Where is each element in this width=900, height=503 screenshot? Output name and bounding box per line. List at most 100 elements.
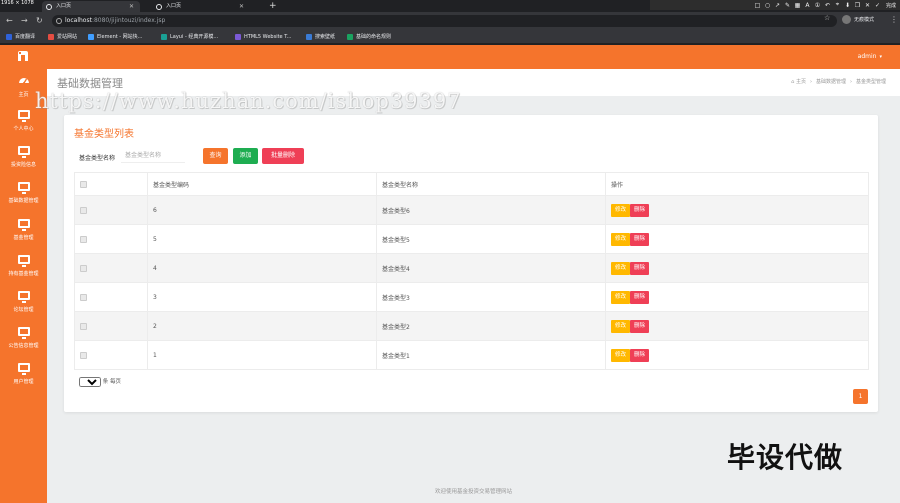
back-icon[interactable]: ← [6, 15, 13, 27]
delete-button[interactable]: 删除 [630, 203, 650, 217]
bookmark-item[interactable]: 百度翻译 [6, 33, 35, 41]
chevron-down-icon: ▾ [879, 54, 882, 60]
url-host: localhost [65, 17, 92, 24]
bookmark-item[interactable]: Layui - 经典开源模... [161, 33, 218, 41]
edit-button[interactable]: 修改 [611, 232, 631, 246]
sidebar-item-holdings[interactable]: 持有基金管理 [0, 255, 47, 289]
copy-icon[interactable]: ❐ [854, 2, 861, 9]
select-all-checkbox[interactable] [80, 180, 87, 188]
batch-delete-button[interactable]: 批量删除 [262, 148, 304, 164]
number-icon[interactable]: ① [814, 2, 821, 9]
delete-button[interactable]: 删除 [630, 232, 650, 246]
incognito-label: 无痕模式 [854, 17, 875, 23]
delete-button[interactable]: 删除 [630, 348, 650, 362]
star-icon[interactable]: ☆ [824, 14, 830, 22]
page-size-select[interactable]: 10 [79, 377, 101, 387]
pagination-current-page[interactable]: 1 [853, 389, 868, 404]
sidebar-item-basic-data[interactable]: 基础数据管理 [0, 182, 47, 216]
bookmark-item[interactable]: 基础的命名规则 [347, 33, 391, 41]
pen-icon[interactable]: ✎ [784, 2, 791, 9]
arrow-icon[interactable]: ↗ [774, 2, 781, 9]
cell-code: 3 [147, 282, 377, 312]
delete-button[interactable]: 删除 [630, 261, 650, 275]
search-input[interactable] [121, 149, 185, 163]
breadcrumb-section[interactable]: 基础数据管理 [816, 79, 846, 85]
globe-icon [46, 4, 52, 10]
user-menu[interactable]: admin ▾ [858, 51, 882, 63]
bookmark-item[interactable]: Element - 网站快... [88, 33, 142, 41]
sidebar-item-label: 基础数据管理 [8, 198, 39, 204]
pin-icon[interactable]: ⌖ [834, 1, 841, 9]
table-header-row: 基金类型编码 基金类型名称 操作 [74, 172, 869, 196]
row-checkbox[interactable] [80, 235, 87, 243]
delete-button[interactable]: 删除 [630, 319, 650, 333]
address-bar[interactable]: localhost:8080/jijintouzi/index.jsp [52, 15, 837, 27]
column-header[interactable]: 基金类型编码 [147, 172, 377, 196]
breadcrumb-home[interactable]: 主页 [796, 79, 806, 85]
row-checkbox[interactable] [80, 206, 87, 214]
bookmark-label: 爱站网站 [57, 34, 78, 40]
browser-tab-1[interactable]: 入口页 ✕ [42, 1, 140, 12]
sidebar-item-profile[interactable]: 个人中心 [0, 110, 47, 144]
cell-name: 基金类型2 [376, 311, 606, 341]
sidebar-item-fund[interactable]: 基金管理 [0, 219, 47, 253]
sidebar-item-label: 持有基金管理 [8, 271, 39, 277]
row-checkbox[interactable] [80, 293, 87, 301]
confirm-icon[interactable]: ✓ [874, 2, 881, 9]
bookmark-icon [48, 34, 54, 40]
new-tab-button[interactable]: + [269, 0, 277, 12]
bookmark-item[interactable]: HTML5 Website T... [235, 33, 291, 41]
add-button[interactable]: 添加 [233, 148, 258, 164]
sidebar-item-users[interactable]: 用户管理 [0, 363, 47, 397]
row-checkbox[interactable] [80, 264, 87, 272]
close-icon[interactable]: ✕ [129, 1, 134, 12]
sidebar-item-notice[interactable]: 公告信息管理 [0, 327, 47, 361]
forward-icon[interactable]: → [21, 15, 28, 27]
query-button[interactable]: 查询 [203, 148, 228, 164]
sidebar-item-label: 基金管理 [13, 235, 34, 241]
tab-title: 入口页 [56, 3, 72, 9]
bookmark-item[interactable]: 搜索壁纸 [306, 33, 335, 41]
incognito-indicator[interactable]: 无痕模式 [842, 15, 874, 26]
app-logo-icon [18, 51, 28, 61]
watermark-text: 毕设代做 [727, 441, 844, 474]
edit-button[interactable]: 修改 [611, 203, 631, 217]
sidebar-item-forum[interactable]: 论坛管理 [0, 291, 47, 325]
bookmark-label: 搜索壁纸 [315, 34, 336, 40]
text-icon[interactable]: A [804, 2, 811, 9]
cell-code: 4 [147, 253, 377, 283]
search-label: 基金类型名称 [79, 155, 116, 162]
bookmark-label: 百度翻译 [15, 34, 36, 40]
capture-done-button[interactable]: 完成 [884, 2, 898, 9]
edit-button[interactable]: 修改 [611, 319, 631, 333]
sidebar-item-label: 个人中心 [13, 126, 34, 132]
home-icon: ⌂ [791, 79, 795, 85]
save-icon[interactable]: ⬇ [844, 2, 851, 9]
info-icon[interactable] [56, 18, 62, 24]
reload-icon[interactable]: ↻ [36, 15, 43, 27]
mosaic-icon[interactable]: ▦ [794, 2, 801, 9]
close-icon[interactable]: ✕ [864, 2, 871, 9]
edit-button[interactable]: 修改 [611, 290, 631, 304]
row-checkbox[interactable] [80, 351, 87, 359]
column-header[interactable]: 基金类型名称 [376, 172, 606, 196]
rectangle-icon[interactable]: □ [754, 2, 761, 9]
close-icon[interactable]: ✕ [239, 1, 244, 12]
undo-icon[interactable]: ↶ [824, 2, 831, 9]
edit-button[interactable]: 修改 [611, 261, 631, 275]
card-title: 基金类型列表 [74, 129, 134, 140]
circle-icon[interactable]: ○ [764, 2, 771, 9]
monitor-icon [17, 146, 30, 158]
delete-button[interactable]: 删除 [630, 290, 650, 304]
sidebar-item-label: 论坛管理 [13, 307, 34, 313]
username: admin [857, 53, 877, 60]
more-vert-icon[interactable]: ⋮ [890, 15, 898, 24]
cell-actions: 修改 删除 [605, 195, 869, 225]
sidebar-item-investment-info[interactable]: 投资险信息 [0, 146, 47, 180]
sidebar-item-label: 用户管理 [13, 379, 34, 385]
bookmark-item[interactable]: 爱站网站 [48, 33, 77, 41]
browser-tab-2[interactable]: 入口页 ✕ [152, 1, 250, 12]
row-checkbox[interactable] [80, 322, 87, 330]
edit-button[interactable]: 修改 [611, 348, 631, 362]
cell-code: 2 [147, 311, 377, 341]
